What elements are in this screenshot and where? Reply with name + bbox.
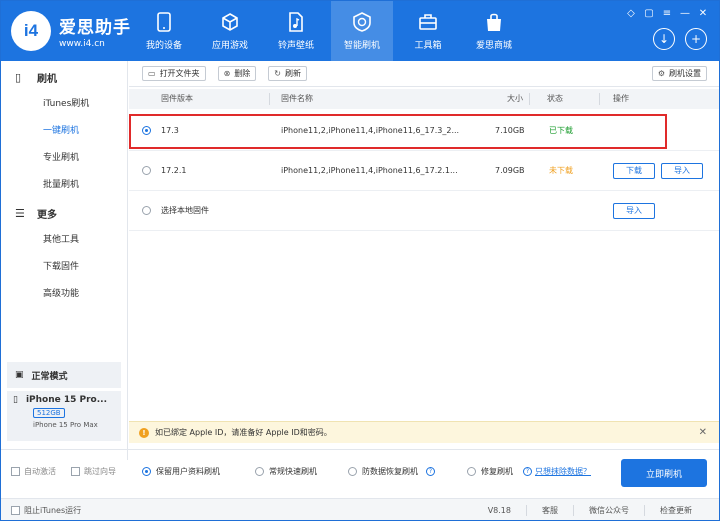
header-version: 固件版本 xyxy=(161,94,193,103)
header-size: 大小 xyxy=(507,94,523,103)
wechat-link[interactable]: 微信公众号 xyxy=(573,504,644,516)
header-bar: i4 爱思助手 www.i4.cn 我的设备 应用游戏 铃声壁纸 智能刷机 工具… xyxy=(1,1,719,61)
logo-icon: i4 xyxy=(11,11,51,51)
download-icon[interactable]: ↓ xyxy=(653,28,675,50)
folder-icon: ▭ xyxy=(148,69,156,78)
header-name: 固件名称 xyxy=(281,94,313,103)
minimize-icon[interactable]: — xyxy=(677,7,693,19)
sidebar-item-advanced[interactable]: 高级功能 xyxy=(1,281,127,308)
firmware-toolbar: ▭ 打开文件夹 ⊗ 删除 ↻ 刷新 ⚙ 刷机设置 xyxy=(129,61,719,87)
import-button[interactable]: 导入 xyxy=(661,163,703,179)
sidebar-item-itunes-flash[interactable]: iTunes刷机 xyxy=(1,91,127,118)
toolbox-icon xyxy=(418,12,438,32)
row-radio[interactable] xyxy=(142,206,151,215)
close-notice-icon[interactable]: ✕ xyxy=(699,427,707,438)
gear-icon: ⚙ xyxy=(657,69,665,78)
anti-recovery-option[interactable]: 防数据恢复刷机? xyxy=(348,466,435,477)
warning-icon: ! xyxy=(139,427,149,438)
check-update-link[interactable]: 检查更新 xyxy=(644,504,707,516)
firmware-table-header: 固件版本 固件名称 大小 状态 操作 xyxy=(129,89,719,109)
cube-icon xyxy=(220,12,240,32)
close-icon[interactable]: ✕ xyxy=(695,7,711,19)
repair-flash-option[interactable]: 修复刷机? 只想抹除数据？ xyxy=(467,466,591,477)
flash-settings-button[interactable]: ⚙ 刷机设置 xyxy=(651,66,707,81)
open-folder-button[interactable]: ▭ 打开文件夹 xyxy=(142,66,206,81)
nav-apps-games[interactable]: 应用游戏 xyxy=(199,1,261,61)
nav-store[interactable]: 爱思商城 xyxy=(463,1,525,61)
app-window: i4 爱思助手 www.i4.cn 我的设备 应用游戏 铃声壁纸 智能刷机 工具… xyxy=(0,0,720,521)
nav-my-device[interactable]: 我的设备 xyxy=(133,1,195,61)
window-controls: ◇ ▢ ≡ — ✕ xyxy=(621,7,711,19)
device-card[interactable]: ▯ iPhone 15 Pro... 512GB iPhone 15 Pro M… xyxy=(7,391,121,441)
header-actions: ↓ + xyxy=(643,28,707,50)
header-status: 状态 xyxy=(547,94,563,103)
sidebar-item-other-tools[interactable]: 其他工具 xyxy=(1,227,127,254)
sidebar-item-pro-flash[interactable]: 专业刷机 xyxy=(1,145,127,172)
flash-now-button[interactable]: 立即刷机 xyxy=(621,459,707,487)
quick-flash-option[interactable]: 常规快速刷机 xyxy=(255,466,317,477)
skin-icon[interactable]: ◇ xyxy=(623,7,639,19)
support-link[interactable]: 客服 xyxy=(526,504,573,516)
help-icon[interactable]: ? xyxy=(523,467,532,476)
auto-activate-checkbox[interactable]: 自动激活 xyxy=(11,466,56,477)
app-logo: i4 爱思助手 www.i4.cn xyxy=(11,11,131,51)
row-size: 7.09GB xyxy=(495,166,525,175)
device-phone-icon: ▯ xyxy=(13,395,18,405)
sidebar-group-more: ☰ 更多 xyxy=(15,206,57,221)
row-firmware-name: iPhone11,2,iPhone11,4,iPhone11,6_17.2.1.… xyxy=(281,166,458,175)
storage-badge: 512GB xyxy=(33,408,65,418)
row-version: 17.2.1 xyxy=(161,166,187,175)
delete-button[interactable]: ⊗ 删除 xyxy=(217,66,257,81)
app-url: www.i4.cn xyxy=(59,39,105,49)
phone-small-icon: ▯ xyxy=(15,70,22,84)
phone-icon xyxy=(154,11,174,32)
header-separator xyxy=(269,93,270,105)
app-name: 爱思助手 xyxy=(59,18,131,38)
header-separator xyxy=(529,93,530,105)
apple-id-notice: ! 如已绑定 Apple ID，请准备好 Apple ID和密码。 ✕ xyxy=(129,421,719,443)
notice-text: 如已绑定 Apple ID，请准备好 Apple ID和密码。 xyxy=(155,428,332,437)
refresh-shield-icon xyxy=(352,11,372,32)
sidebar-item-download-firmware[interactable]: 下载固件 xyxy=(1,254,127,281)
keep-data-option[interactable]: 保留用户资料刷机 xyxy=(142,466,220,477)
help-icon[interactable]: ? xyxy=(426,467,435,476)
shopping-bag-icon xyxy=(484,12,504,32)
table-row[interactable]: 17.2.1 iPhone11,2,iPhone11,4,iPhone11,6_… xyxy=(129,151,719,191)
feedback-icon[interactable]: ▢ xyxy=(641,7,657,19)
list-icon: ☰ xyxy=(15,206,25,220)
table-row-local[interactable]: 选择本地固件 导入 xyxy=(129,191,719,231)
block-itunes-checkbox[interactable]: 阻止iTunes运行 xyxy=(11,505,81,516)
nav-ringtones[interactable]: 铃声壁纸 xyxy=(265,1,327,61)
status-bar: 阻止iTunes运行 V8.18 客服 微信公众号 检查更新 xyxy=(1,498,719,520)
header-separator xyxy=(599,93,600,105)
menu-icon[interactable]: ≡ xyxy=(659,7,675,19)
nav-smart-flash[interactable]: 智能刷机 xyxy=(331,1,393,61)
erase-data-link[interactable]: 只想抹除数据？ xyxy=(535,466,591,477)
version-label: V8.18 xyxy=(487,505,511,515)
delete-icon: ⊗ xyxy=(223,69,231,78)
download-button[interactable]: 下载 xyxy=(613,163,655,179)
sidebar: ▯ 刷机 iTunes刷机 一键刷机 专业刷机 批量刷机 ☰ 更多 其他工具 下… xyxy=(1,61,128,460)
device-name: iPhone 15 Pro... xyxy=(25,395,108,405)
sidebar-item-one-click-flash[interactable]: 一键刷机 xyxy=(1,118,127,145)
nav-toolbox[interactable]: 工具箱 xyxy=(397,1,459,61)
refresh-icon: ↻ xyxy=(274,69,281,78)
mode-icon: ▣ xyxy=(15,370,24,380)
sidebar-item-batch-flash[interactable]: 批量刷机 xyxy=(1,172,127,199)
add-icon[interactable]: + xyxy=(685,28,707,50)
device-model: iPhone 15 Pro Max xyxy=(33,421,98,429)
row-status: 未下载 xyxy=(549,166,573,175)
header-action: 操作 xyxy=(613,94,629,103)
local-firmware-label: 选择本地固件 xyxy=(161,206,209,215)
sidebar-group-flash: ▯ 刷机 xyxy=(15,70,57,85)
refresh-button[interactable]: ↻ 刷新 xyxy=(268,66,307,81)
import-local-button[interactable]: 导入 xyxy=(613,203,655,219)
device-mode: ▣ 正常模式 xyxy=(7,362,121,388)
row-radio[interactable] xyxy=(142,166,151,175)
selected-row-highlight xyxy=(129,114,667,149)
music-file-icon xyxy=(286,11,306,32)
flash-options: 自动激活 跳过向导 保留用户资料刷机 常规快速刷机 防数据恢复刷机? 修复刷机?… xyxy=(1,449,719,495)
skip-guide-checkbox[interactable]: 跳过向导 xyxy=(71,466,116,477)
main-nav: 我的设备 应用游戏 铃声壁纸 智能刷机 工具箱 爱思商城 xyxy=(133,1,529,61)
